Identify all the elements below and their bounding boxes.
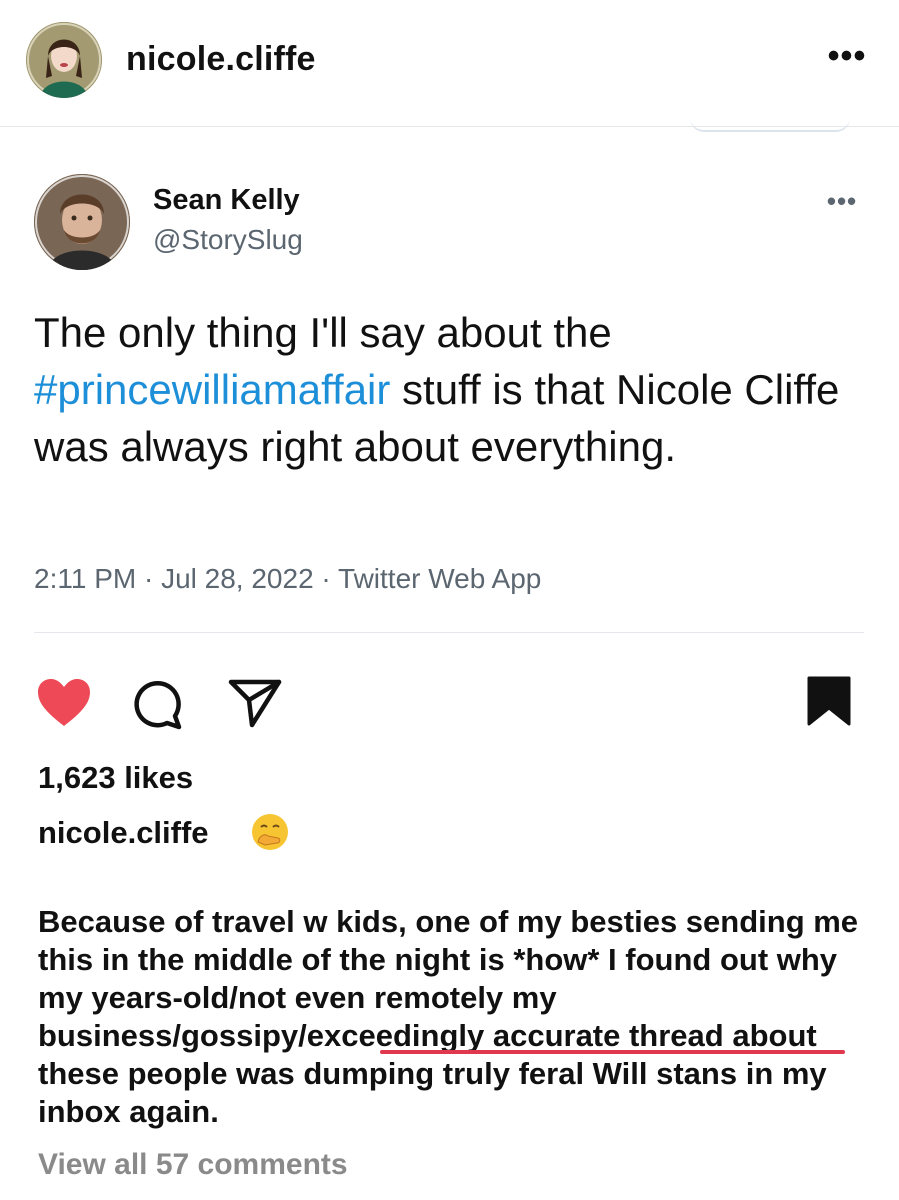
bookmark-icon[interactable] — [806, 676, 852, 726]
caption-username[interactable]: nicole.cliffe — [38, 815, 209, 851]
post-header: nicole.cliffe ••• — [0, 0, 899, 132]
view-comments-link[interactable]: View all 57 comments — [38, 1148, 348, 1182]
tweet-avatar — [34, 174, 130, 270]
tweet-author-name: Sean Kelly — [153, 184, 300, 216]
likes-count[interactable]: 1,623 likes — [38, 760, 193, 796]
tweet-text: The only thing I'll say about the #princ… — [34, 304, 864, 475]
like-heart-icon[interactable] — [36, 678, 92, 728]
post-username[interactable]: nicole.cliffe — [126, 40, 316, 79]
tweet-text-before: The only thing I'll say about the — [34, 309, 612, 356]
caption-text: Because of travel w kids, one of my best… — [38, 904, 859, 1129]
share-icon[interactable] — [228, 678, 282, 728]
tweet-more-icon: ••• — [826, 186, 858, 216]
divider — [34, 632, 864, 633]
highlight-underline — [380, 1050, 845, 1054]
tweet-handle: @StorySlug — [153, 224, 303, 255]
scroll-hint — [690, 112, 850, 132]
tweet-timestamp: 2:11 PM · Jul 28, 2022 · Twitter Web App — [34, 563, 542, 594]
tweet-hashtag: #princewilliamaffair — [34, 366, 391, 413]
face-with-hand-over-mouth-icon — [250, 812, 290, 852]
avatar[interactable] — [26, 22, 102, 98]
comment-icon[interactable] — [130, 678, 184, 732]
more-options-icon[interactable]: ••• — [823, 39, 871, 76]
